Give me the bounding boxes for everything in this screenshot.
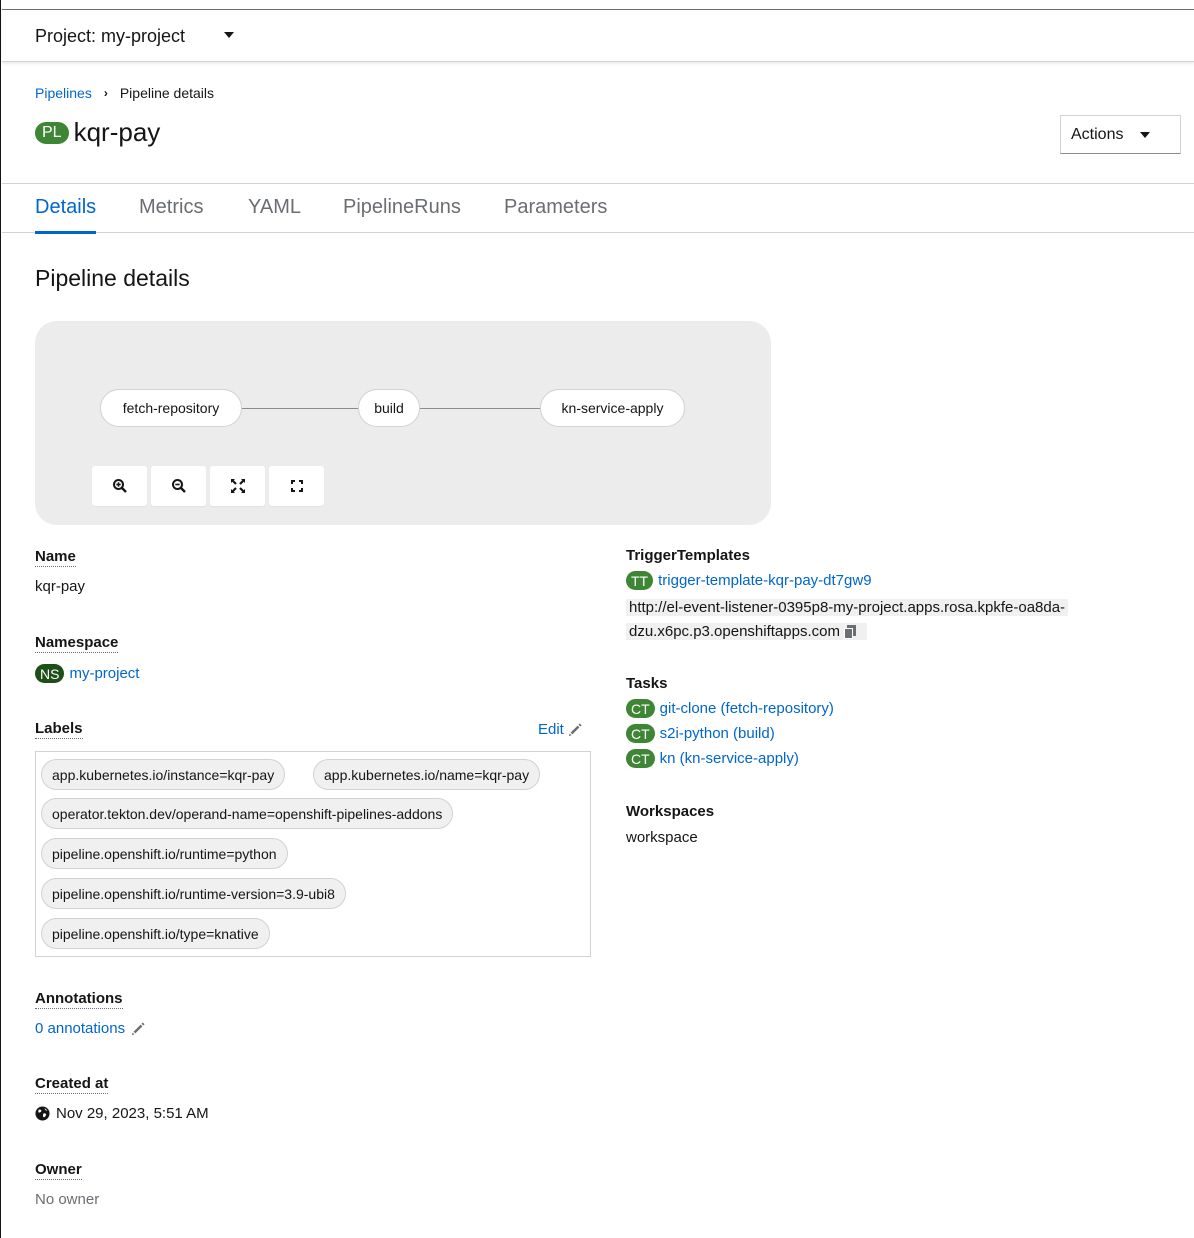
task-badge: CT	[626, 699, 655, 718]
namespace-badge: NS	[35, 664, 65, 683]
labels-list: app.kubernetes.io/instance=kqr-pay app.k…	[35, 751, 591, 957]
trigger-template-row: TT trigger-template-kqr-pay-dt7gw9	[626, 571, 872, 590]
pipeline-node-fetch-repository[interactable]: fetch-repository	[100, 389, 242, 427]
pipeline-node-kn-service-apply[interactable]: kn-service-apply	[540, 389, 685, 427]
label-chip[interactable]: pipeline.openshift.io/runtime=python	[41, 838, 288, 869]
pipeline-topology: fetch-repository build kn-service-apply	[35, 321, 771, 525]
task-link[interactable]: s2i-python (build)	[660, 725, 775, 742]
label-chip[interactable]: pipeline.openshift.io/type=knative	[41, 918, 270, 949]
created-at-row: Nov 29, 2023, 5:51 AM	[35, 1105, 209, 1122]
task-row: CT git-clone (fetch-repository)	[626, 699, 834, 718]
zoom-out-icon	[171, 479, 186, 493]
caret-down-icon	[1140, 131, 1151, 138]
labels-edit-link[interactable]: Edit	[538, 721, 582, 738]
breadcrumb-pipelines-link[interactable]: Pipelines	[35, 85, 92, 101]
zoom-in-button[interactable]	[92, 466, 147, 506]
owner-label: Owner	[35, 1161, 82, 1180]
workspaces-value: workspace	[626, 829, 698, 846]
task-link[interactable]: git-clone (fetch-repository)	[660, 700, 834, 717]
tab-metrics[interactable]: Metrics	[139, 196, 203, 219]
zoom-out-button[interactable]	[151, 466, 206, 506]
annotations-label: Annotations	[35, 990, 123, 1009]
workspaces-label: Workspaces	[626, 803, 715, 820]
resource-badge: PL	[35, 121, 69, 144]
pencil-icon	[568, 722, 582, 736]
created-at-value: Nov 29, 2023, 5:51 AM	[56, 1105, 209, 1122]
url-line-2: dzu.x6pc.p3.openshiftapps.com	[629, 623, 840, 640]
breadcrumb-current: Pipeline details	[119, 85, 214, 101]
created-at-label: Created at	[35, 1075, 109, 1094]
page-frame: Project: my-project Pipelines › Pipeline…	[0, 0, 1194, 1238]
trigger-template-link[interactable]: trigger-template-kqr-pay-dt7gw9	[658, 572, 871, 589]
globe-icon	[35, 1106, 50, 1121]
label-chip[interactable]: operator.tekton.dev/operand-name=openshi…	[41, 798, 454, 829]
caret-down-icon[interactable]	[224, 32, 234, 38]
breadcrumb: Pipelines › Pipeline details	[35, 85, 214, 101]
event-listener-url: http://el-event-listener-0395p8-my-proje…	[626, 596, 1136, 644]
pencil-icon[interactable]	[131, 1021, 145, 1036]
tab-parameters[interactable]: Parameters	[504, 196, 607, 219]
tab-bar: Details Metrics YAML PipelineRuns Parame…	[2, 183, 1194, 234]
trigger-template-badge: TT	[626, 571, 654, 590]
task-row: CT kn (kn-service-apply)	[626, 749, 799, 768]
pipeline-node-build[interactable]: build	[358, 389, 420, 427]
label-chip[interactable]: app.kubernetes.io/instance=kqr-pay	[41, 759, 286, 790]
edge-line	[418, 408, 543, 409]
tab-pipelineruns[interactable]: PipelineRuns	[343, 196, 461, 219]
fit-to-screen-button[interactable]	[210, 466, 265, 506]
trigger-templates-label: TriggerTemplates	[626, 547, 750, 564]
labels-edit-label: Edit	[538, 721, 564, 738]
fit-to-screen-icon	[230, 479, 245, 493]
section-title: Pipeline details	[35, 265, 190, 291]
namespace-label: Namespace	[35, 634, 119, 653]
label-chip[interactable]: app.kubernetes.io/name=kqr-pay	[313, 759, 541, 790]
angle-right-icon: ›	[103, 86, 108, 100]
name-label: Name	[35, 548, 76, 567]
copy-icon[interactable]	[843, 625, 856, 640]
reset-view-icon	[290, 480, 303, 492]
tab-yaml[interactable]: YAML	[248, 196, 301, 219]
reset-view-button[interactable]	[269, 466, 324, 506]
owner-value: No owner	[35, 1191, 100, 1208]
actions-label: Actions	[1071, 125, 1124, 143]
namespace-value-row: NS my-project	[35, 664, 139, 683]
url-line-1: http://el-event-listener-0395p8-my-proje…	[626, 599, 1069, 616]
task-badge: CT	[626, 749, 655, 768]
zoom-in-icon	[112, 479, 127, 493]
annotations-link[interactable]: 0 annotations	[35, 1020, 125, 1037]
annotations-row: 0 annotations	[35, 1020, 145, 1037]
name-value: kqr-pay	[35, 578, 86, 595]
label-chip[interactable]: pipeline.openshift.io/runtime-version=3.…	[41, 878, 346, 909]
tasks-label: Tasks	[626, 675, 668, 692]
labels-label: Labels	[35, 720, 83, 739]
page-title: PL kqr-pay	[35, 117, 160, 148]
resource-name: kqr-pay	[73, 117, 161, 147]
project-bar: Project: my-project	[2, 9, 1194, 62]
task-badge: CT	[626, 724, 655, 743]
tab-details[interactable]: Details	[35, 196, 97, 234]
task-row: CT s2i-python (build)	[626, 724, 775, 743]
edge-line	[240, 408, 360, 409]
actions-dropdown[interactable]: Actions	[1060, 115, 1181, 154]
task-link[interactable]: kn (kn-service-apply)	[660, 750, 799, 767]
namespace-link[interactable]: my-project	[69, 665, 139, 682]
project-selector[interactable]: Project: my-project	[35, 26, 185, 47]
